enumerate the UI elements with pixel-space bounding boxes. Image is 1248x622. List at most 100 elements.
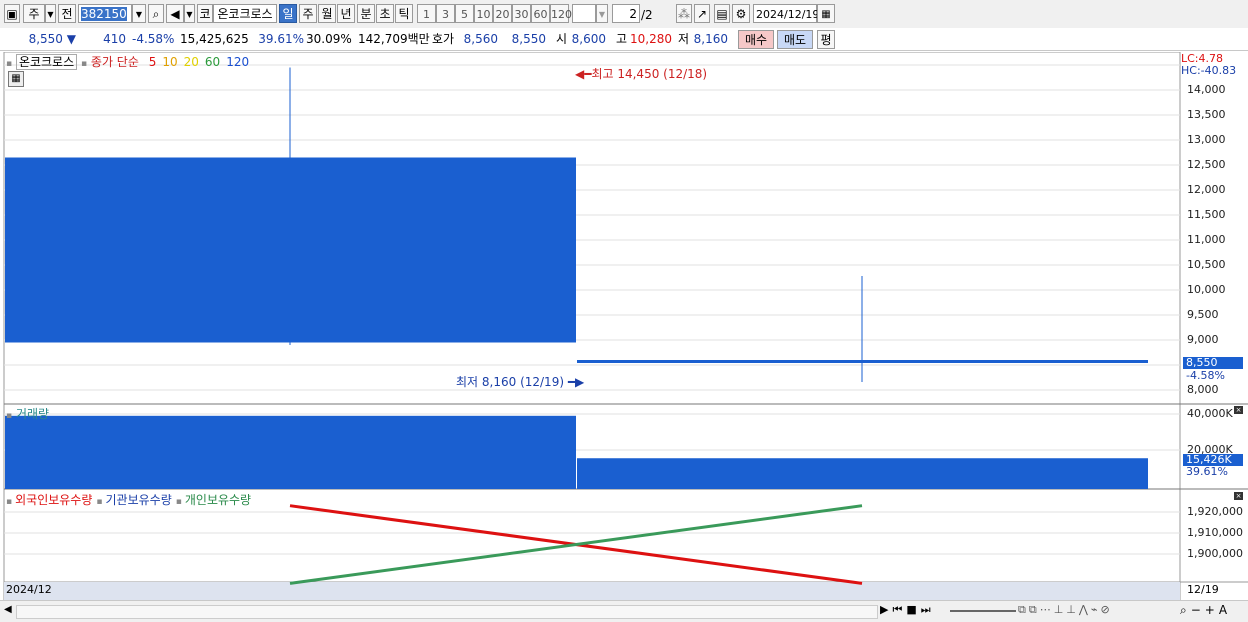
period-button[interactable]: 분: [357, 4, 375, 23]
page-total: /2: [641, 8, 653, 22]
ma-period-label[interactable]: 120: [226, 55, 249, 69]
legend-box-icon: ▪: [6, 59, 13, 69]
volume-legend: ▪ 거래량: [6, 405, 49, 422]
interval-button[interactable]: 3: [436, 4, 455, 23]
holdings-legend: ▪ 외국인보유수량 ▪ 기관보유수량 ▪ 개인보유수량: [6, 491, 255, 508]
playback-controls[interactable]: ▶⏮■⏭: [880, 603, 935, 617]
draw-icon[interactable]: ↗: [694, 4, 710, 23]
interval-button[interactable]: 5: [455, 4, 474, 23]
x-axis-right-label: 12/19: [1187, 583, 1219, 596]
holdings-axis-tick: 1,920,000: [1187, 505, 1243, 518]
average-button[interactable]: 평: [817, 30, 835, 49]
current-price: 8,550 ▼: [28, 32, 76, 46]
volume-value: 15,425,625: [180, 32, 249, 46]
price-legend: ▪ 온코크로스 ▪ 종가 단순 5 10 20 60 120: [6, 53, 249, 70]
volume-ratio: 39.61%: [258, 32, 304, 46]
code-dropdown-icon[interactable]: ▼: [132, 4, 146, 23]
market-dropdown-icon[interactable]: ▼: [45, 4, 56, 23]
current-price-tag: 8,550: [1183, 357, 1243, 369]
period-button[interactable]: 년: [337, 4, 355, 23]
interval-button[interactable]: 20: [493, 4, 512, 23]
period-button[interactable]: 주: [299, 4, 317, 23]
volume-bar: [5, 415, 576, 489]
change-percent: -4.58%: [132, 32, 175, 46]
holdings-close-icon[interactable]: ×: [1234, 492, 1243, 500]
calendar-icon[interactable]: ▦: [817, 4, 835, 23]
window-icon[interactable]: ▣: [4, 4, 20, 23]
speaker-dropdown-icon[interactable]: ▼: [184, 4, 195, 23]
ma-period-label[interactable]: 10: [162, 55, 177, 69]
low-price: 8,160: [693, 32, 728, 46]
interval-select[interactable]: [572, 4, 596, 23]
scroll-left-icon[interactable]: ◀: [4, 604, 12, 615]
volume-label[interactable]: 거래량: [16, 407, 49, 421]
price-axis-tick: 12,500: [1187, 158, 1226, 171]
current-volume-pct: 39.61%: [1186, 465, 1228, 478]
current-pct-tag: -4.58%: [1186, 369, 1225, 382]
sell-button[interactable]: 매도: [777, 30, 813, 49]
holdings-legend-item[interactable]: 외국인보유수량: [15, 493, 92, 507]
gear-icon[interactable]: ⚙: [732, 4, 750, 23]
legend-box-icon: ▪: [80, 59, 88, 69]
high-label: 고: [616, 32, 628, 46]
price-axis-tick: 13,500: [1187, 108, 1226, 121]
ma-period-label[interactable]: 60: [205, 55, 220, 69]
ma-period-label[interactable]: 20: [184, 55, 199, 69]
open-label: 시: [556, 32, 568, 46]
period-button[interactable]: 초: [376, 4, 394, 23]
interval-button[interactable]: 10: [474, 4, 493, 23]
horizontal-scrollbar[interactable]: [16, 605, 878, 619]
volume-close-icon[interactable]: ×: [1234, 406, 1243, 414]
hc-label: HC:-40.83: [1181, 64, 1237, 77]
high-price: 10,280: [630, 32, 672, 46]
period-button[interactable]: 일: [279, 4, 297, 23]
stock-name: 온코크로스: [213, 4, 277, 23]
x-axis-strip: [4, 582, 1180, 600]
period-button[interactable]: 틱: [395, 4, 413, 23]
prev-button[interactable]: 전: [58, 4, 76, 23]
right-arrow-icon: ━▶: [564, 375, 585, 389]
left-arrow-icon: ◀━: [575, 67, 592, 81]
zoom-slider[interactable]: [950, 610, 1016, 612]
holdings-legend-item[interactable]: 기관보유수량: [106, 493, 172, 507]
code-input[interactable]: 382150: [78, 4, 132, 23]
date-input[interactable]: 2024/12/19: [753, 4, 819, 23]
search-icon[interactable]: ⌕: [148, 4, 164, 23]
buy-button[interactable]: 매수: [738, 30, 774, 49]
legend-ma-label[interactable]: 종가 단순: [91, 55, 139, 69]
price-axis-tick: 9,500: [1187, 308, 1219, 321]
market-select[interactable]: 주: [23, 4, 45, 23]
price-axis-tick: 10,000: [1187, 283, 1226, 296]
candle-body: [577, 360, 1148, 363]
ma-period-label[interactable]: 5: [149, 55, 157, 69]
page-input[interactable]: 2: [612, 4, 640, 23]
high-annotation: ◀━최고 14,450 (12/18): [575, 67, 708, 81]
ask-price: 8,550: [511, 32, 546, 46]
zoom-controls[interactable]: ⌕−+A: [1180, 603, 1231, 618]
price-axis-tick: 13,000: [1187, 133, 1226, 146]
volume-bar: [577, 458, 1148, 489]
interval-button[interactable]: 1: [417, 4, 436, 23]
drawing-tools[interactable]: ⧉⧉⋯⊥⊥⋀⌁⊘: [1018, 603, 1113, 617]
holdings-axis-tick: 1,910,000: [1187, 526, 1243, 539]
period-button[interactable]: 월: [318, 4, 336, 23]
speaker-icon[interactable]: ◀: [166, 4, 184, 23]
interval-button[interactable]: 60: [531, 4, 550, 23]
price-axis-tick: 12,000: [1187, 183, 1226, 196]
legend-stock-name[interactable]: 온코크로스: [15, 54, 78, 70]
candle-body: [5, 157, 576, 343]
chart-area: ▪ 온코크로스 ▪ 종가 단순 5 10 20 60 120 ▦ ◀━최고 14,450…: [0, 52, 1248, 600]
price-axis-tick: 10,500: [1187, 258, 1226, 271]
holdings-legend-item[interactable]: 개인보유수량: [185, 493, 251, 507]
interval-button[interactable]: 120: [550, 4, 572, 23]
holdings-axis-tick: 1,900,000: [1187, 547, 1243, 560]
table-icon[interactable]: ▦: [8, 71, 24, 87]
compare-icon[interactable]: ⁂: [676, 4, 692, 23]
interval-button[interactable]: 30: [512, 4, 531, 23]
interval-dropdown-icon[interactable]: ▼: [596, 4, 608, 23]
price-axis-tick: 11,000: [1187, 233, 1226, 246]
code-value: 382150: [81, 7, 127, 21]
legend-box-icon: ▪: [175, 497, 182, 507]
save-icon[interactable]: ▤: [714, 4, 730, 23]
volume-axis-tick: 40,000K: [1187, 407, 1233, 420]
